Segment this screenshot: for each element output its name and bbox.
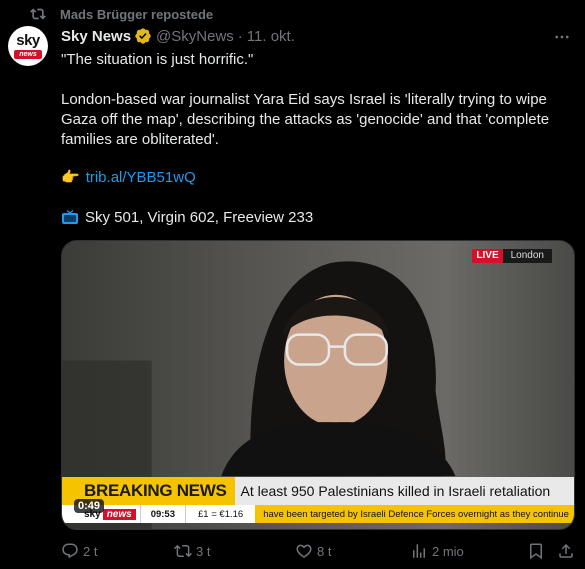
share-icon [559,543,573,558]
ticker-logo-news: news [102,508,136,520]
reply-icon [62,543,78,559]
separator-dot: · [237,27,243,45]
repost-count: 3 t [196,543,211,559]
verified-badge-icon[interactable] [134,27,152,45]
post-date[interactable]: 11. okt. [247,28,295,45]
share-button[interactable] [557,542,579,560]
repost-label: Mads Brügger repostede [60,6,214,22]
heart-icon [296,544,312,558]
author-name[interactable]: Sky News [61,28,131,45]
video-player[interactable]: LIVE London BREAKING NEWS At least 950 P… [61,240,575,530]
post-quote: "The situation is just horrific." [61,51,254,68]
like-count: 8 t [317,543,332,559]
pointing-hand-icon: 👉 [61,169,80,186]
post-channels-line: Sky 501, Virgin 602, Freeview 233 [61,208,313,228]
avatar-logo-news: news [14,49,42,59]
video-duration: 0:49 [74,499,105,513]
post-actions: 2 t 3 t 8 t 2 mio [61,541,575,561]
reply-button[interactable]: 2 t [61,542,97,560]
avatar-logo-sky: sky [16,31,40,49]
views-button[interactable]: 2 mio [410,542,464,560]
post-link-line: 👉 trib.al/YBB51wQ [61,168,196,188]
views-chart-icon [413,544,425,558]
ticker-scroll-text: have been targeted by Israeli Defence Fo… [255,505,574,523]
more-options-icon[interactable] [553,28,571,46]
ticker-time: 09:53 [139,505,186,523]
news-ticker: sky news 09:53 £1 = €1.16 have been targ… [62,505,574,523]
repost-icon [30,8,46,20]
reply-count: 2 t [83,543,98,559]
repost-context[interactable]: Mads Brügger repostede [30,5,213,23]
breaking-headline: At least 950 Palestinians killed in Isra… [234,477,574,505]
post-channels: Sky 501, Virgin 602, Freeview 233 [85,209,314,226]
television-icon [62,210,78,224]
live-indicator: LIVE London [472,249,552,263]
repost-action-icon [174,544,192,558]
post-link[interactable]: trib.al/YBB51wQ [86,168,196,188]
like-button[interactable]: 8 t [295,542,331,560]
bookmark-button[interactable] [527,542,549,560]
breaking-news-bar: BREAKING NEWS At least 950 Palestinians … [62,477,574,505]
live-location: London [502,249,552,263]
ticker-exchange-rate: £1 = €1.16 [185,505,256,523]
post-header: Sky News @SkyNews · 11. okt. [61,26,295,46]
views-count: 2 mio [432,543,464,559]
live-label: LIVE [472,249,503,263]
avatar[interactable]: sky news [8,26,48,66]
repost-button[interactable]: 3 t [174,542,210,560]
author-handle[interactable]: @SkyNews [156,28,234,45]
bookmark-icon [530,543,542,560]
post-paragraph: London-based war journalist Yara Eid say… [61,91,550,148]
